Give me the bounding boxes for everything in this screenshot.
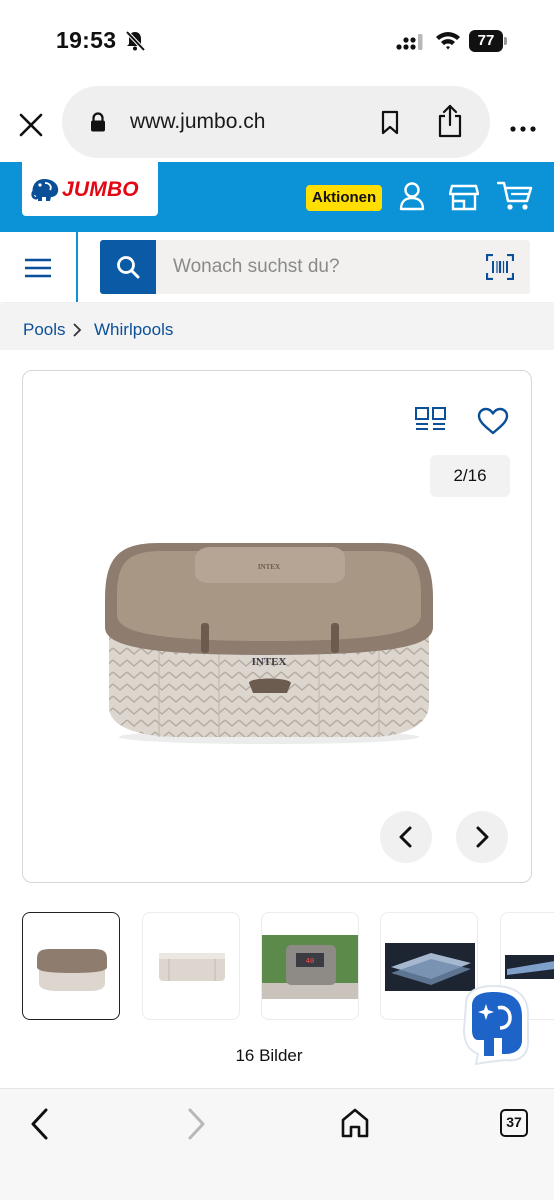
breadcrumb-item-whirlpools[interactable]: Whirlpools bbox=[94, 320, 173, 340]
previous-image-button[interactable] bbox=[380, 811, 432, 863]
search-icon bbox=[117, 256, 140, 279]
search-button[interactable] bbox=[100, 240, 156, 294]
compare-icon[interactable] bbox=[415, 407, 447, 438]
lid-brand-text: INTEX bbox=[258, 563, 280, 571]
home-icon[interactable] bbox=[340, 1107, 370, 1144]
lock-icon bbox=[90, 112, 106, 137]
elephant-logo-icon bbox=[30, 174, 64, 207]
address-bar[interactable]: www.jumbo.ch bbox=[62, 86, 490, 158]
more-options-icon[interactable] bbox=[510, 119, 536, 137]
svg-text:40: 40 bbox=[306, 957, 314, 965]
back-arrow-icon[interactable] bbox=[28, 1107, 50, 1146]
product-image-hot-tub[interactable]: INTEX INTEX bbox=[99, 537, 439, 752]
image-count-label: 16 Bilder bbox=[235, 1046, 303, 1065]
search-input[interactable]: Wonach suchst du? bbox=[156, 240, 530, 294]
tabs-count-button[interactable]: 37 bbox=[500, 1109, 528, 1137]
aktionen-badge[interactable]: Aktionen bbox=[306, 185, 383, 211]
search-bar-row: Wonach suchst du? bbox=[0, 232, 554, 302]
browser-bottom-toolbar: 37 bbox=[0, 1088, 554, 1200]
search-placeholder: Wonach suchst du? bbox=[173, 256, 340, 277]
cart-icon[interactable] bbox=[496, 180, 533, 217]
jumbo-logo[interactable]: JUMBO bbox=[22, 162, 158, 216]
thumbnail-control-panel[interactable]: 40 bbox=[261, 912, 359, 1020]
breadcrumb-item-pools[interactable]: Pools bbox=[23, 320, 66, 340]
thumbnail-hot-tub-covered[interactable] bbox=[22, 912, 120, 1020]
chevron-right-icon bbox=[72, 323, 82, 342]
chevron-right-icon bbox=[476, 826, 489, 848]
tub-brand-text: INTEX bbox=[252, 656, 287, 668]
image-counter: 2/16 bbox=[430, 455, 510, 497]
url-text: www.jumbo.ch bbox=[130, 110, 266, 133]
battery-icon: 77 bbox=[469, 30, 507, 52]
cellular-signal-icon bbox=[396, 33, 424, 56]
store-icon[interactable] bbox=[448, 183, 480, 216]
chevron-left-icon bbox=[399, 826, 412, 848]
forward-arrow-icon[interactable] bbox=[186, 1107, 208, 1146]
next-image-button[interactable] bbox=[456, 811, 508, 863]
status-bar: 19:53 77 bbox=[0, 0, 554, 80]
site-header: JUMBO Aktionen bbox=[0, 162, 554, 232]
hamburger-menu-icon[interactable] bbox=[24, 258, 52, 283]
clock: 19:53 bbox=[56, 27, 117, 53]
logo-wordmark: JUMBO bbox=[62, 178, 139, 201]
share-icon[interactable] bbox=[436, 104, 464, 143]
header-divider bbox=[76, 232, 78, 302]
wifi-icon bbox=[435, 30, 461, 55]
product-gallery: 2/16 INTEX INTEX bbox=[22, 370, 532, 883]
silent-bell-icon bbox=[124, 30, 146, 57]
battery-level: 77 bbox=[477, 32, 495, 49]
thumbnail-hot-tub-open[interactable] bbox=[142, 912, 240, 1020]
barcode-scan-icon[interactable] bbox=[485, 253, 515, 285]
breadcrumb: Pools Whirlpools bbox=[0, 304, 554, 350]
bookmark-icon[interactable] bbox=[380, 110, 400, 141]
close-icon[interactable] bbox=[18, 112, 44, 138]
user-account-icon[interactable] bbox=[399, 181, 425, 216]
browser-toolbar: www.jumbo.ch bbox=[0, 84, 554, 160]
heart-icon[interactable] bbox=[477, 407, 509, 440]
